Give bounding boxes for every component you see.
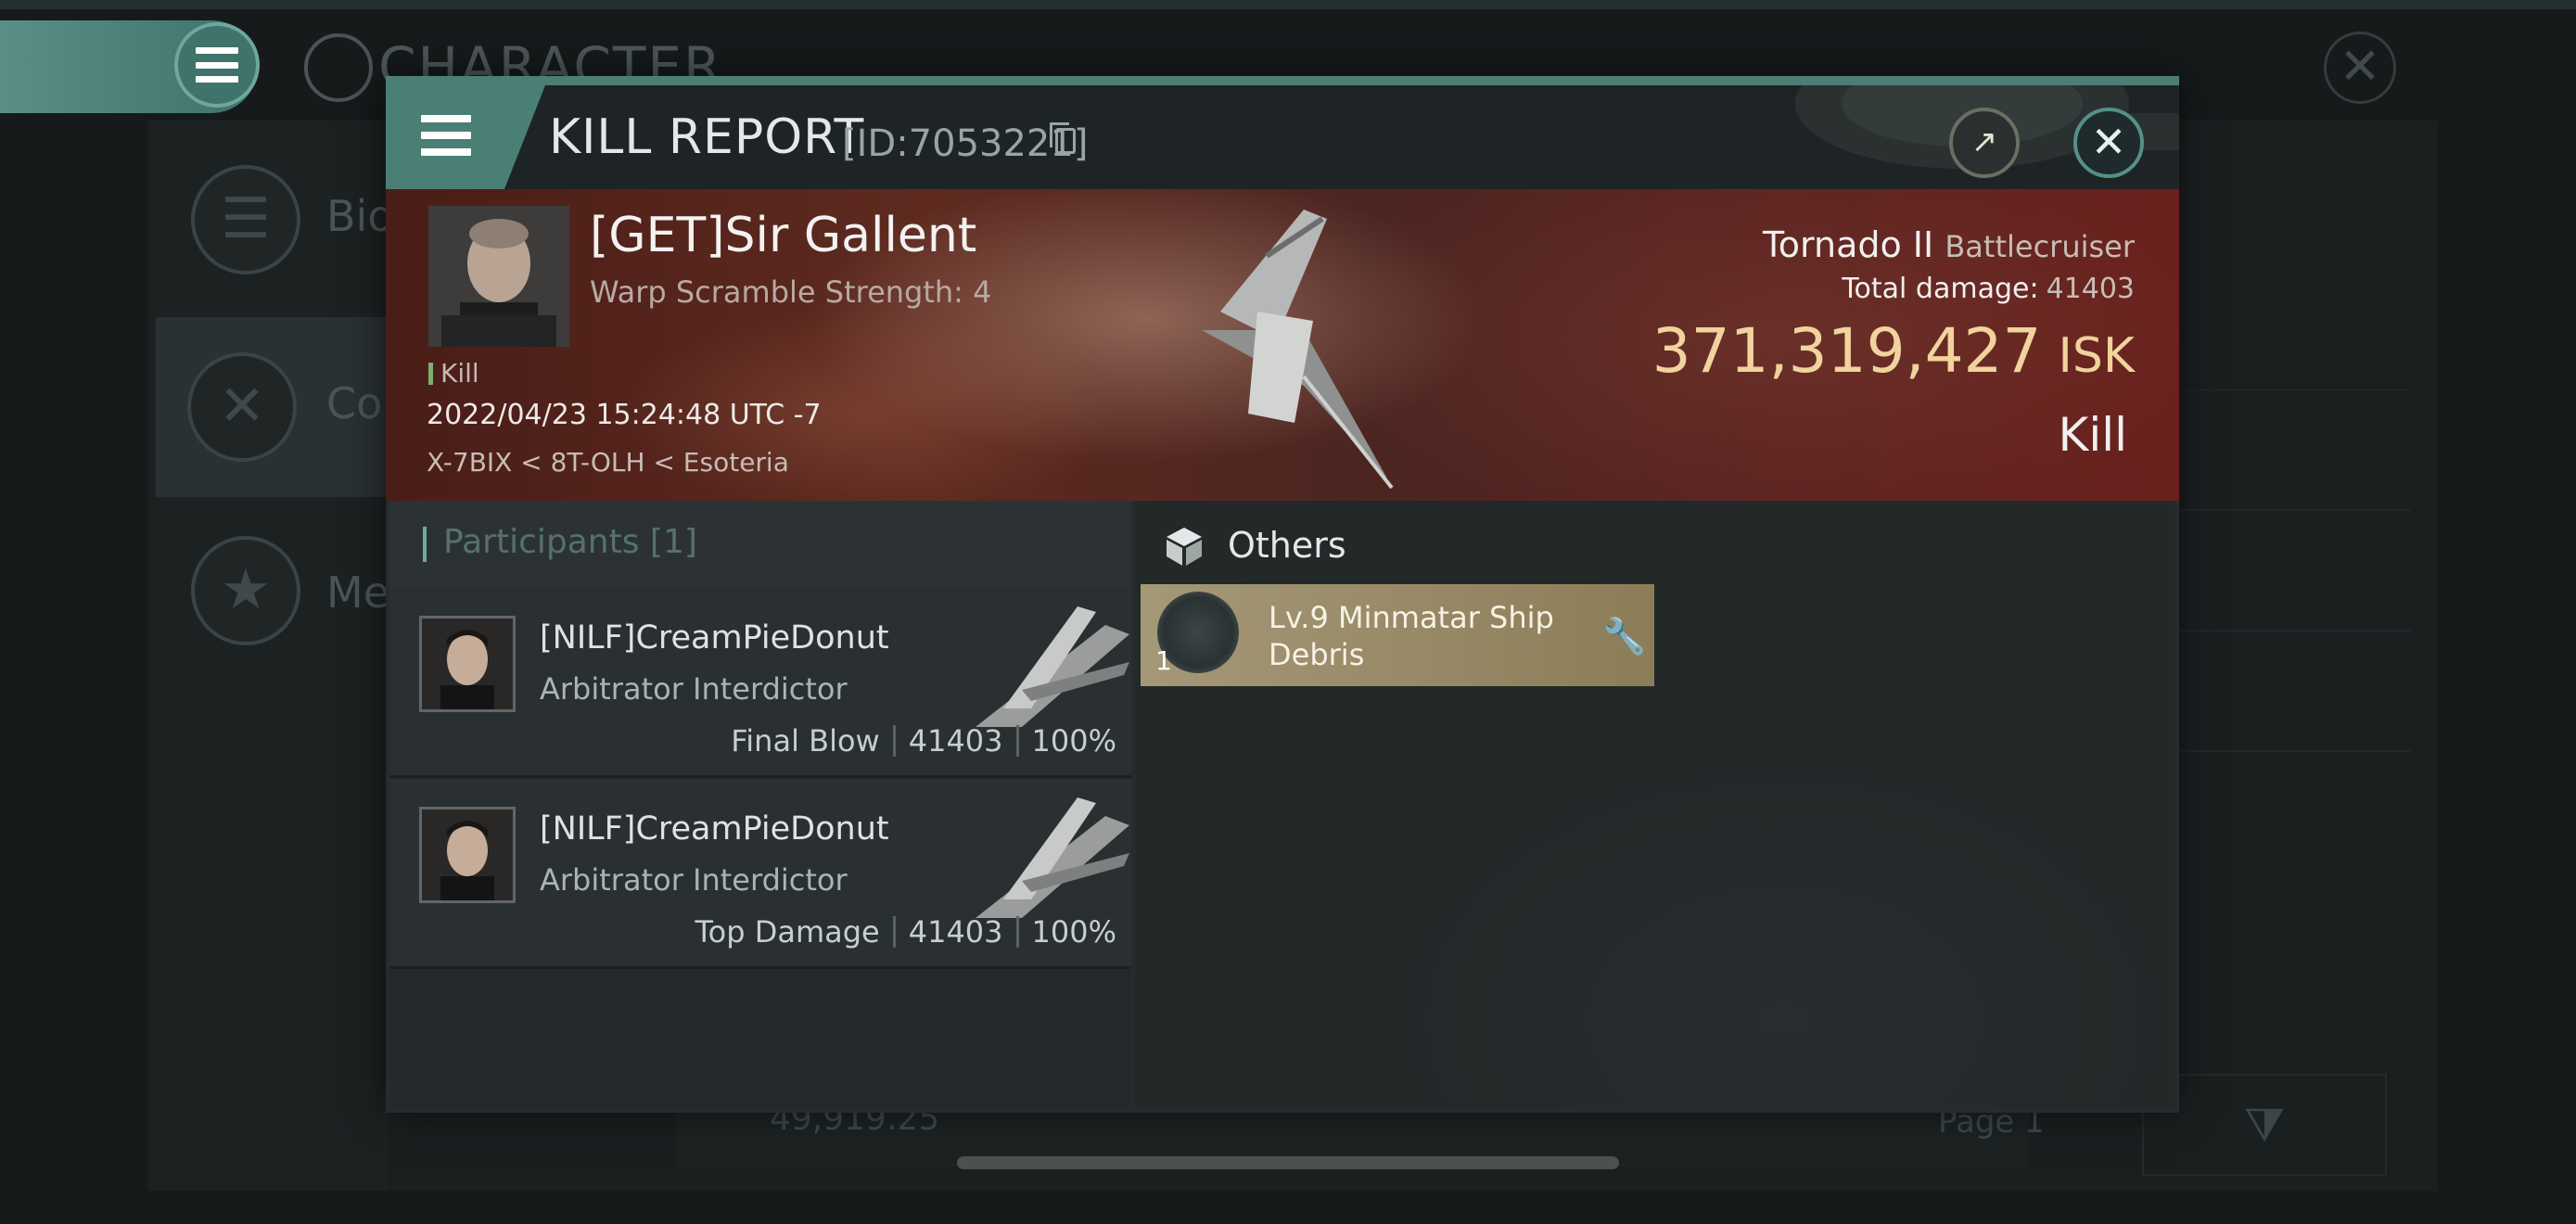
participants-header: Participants [1] (389, 501, 1131, 588)
participant-ship: Arbitrator Interdictor (540, 862, 848, 898)
background-close-icon[interactable]: ✕ (2324, 32, 2396, 104)
participant-row[interactable]: [NILF]CreamPieDonut Arbitrator Interdict… (389, 779, 1131, 969)
participant-row[interactable]: [NILF]CreamPieDonut Arbitrator Interdict… (389, 588, 1131, 778)
participant-stats: Top Damage 41403 100% (695, 914, 1116, 950)
others-header: Others (1135, 501, 2175, 588)
cube-icon (1167, 528, 1202, 566)
victim-avatar[interactable] (428, 206, 569, 347)
participant-name: [NILF]CreamPieDonut (540, 810, 889, 848)
isk-unit: ISK (2058, 328, 2135, 384)
sidebar-item-bio[interactable]: ☰ Bio (156, 130, 393, 310)
modal-header: KILL REPORT [ID:7053221] ↗ ✕ (386, 85, 2179, 189)
participant-damage: 41403 (908, 723, 1003, 759)
kill-tag: Kill (428, 358, 479, 389)
victim-ship-image (1202, 210, 1394, 490)
total-damage-label: Total damage: (1842, 273, 2039, 305)
result-label: Kill (2058, 408, 2127, 462)
participants-title: Participants [1] (443, 523, 697, 561)
participant-damage: 41403 (908, 914, 1003, 950)
debris-count: 1 (1155, 645, 1172, 676)
others-panel: Others 1 Lv.9 Minmatar Ship Debris 🔧 (1135, 501, 2175, 1109)
participants-panel: Participants [1] [NILF]CreamPieDonut Arb… (389, 501, 1131, 1109)
close-icon: ✕ (2090, 117, 2127, 167)
modal-accent-line (386, 76, 2179, 85)
star-medal-icon: ★ (191, 536, 300, 645)
sidebar-item-medals[interactable]: ★ Me (156, 501, 389, 681)
ship-class: Battlecruiser (1945, 229, 2135, 264)
kill-location: X-7BIX < 8T-OLH < Esoteria (427, 447, 789, 478)
participant-ship: Arbitrator Interdictor (540, 671, 848, 707)
divider (1015, 916, 1019, 948)
debris-item-card[interactable]: 1 Lv.9 Minmatar Ship Debris 🔧 (1141, 584, 1654, 686)
divider (1015, 725, 1019, 757)
sidebar-item-label: Co (326, 378, 383, 428)
participant-role: Final Blow (731, 723, 880, 759)
debris-name: Lv.9 Minmatar Ship Debris (1269, 600, 1554, 672)
participant-percent: 100% (1031, 914, 1116, 950)
divider (892, 916, 896, 948)
modal-title: KILL REPORT (549, 109, 865, 165)
hamburger-icon (421, 115, 471, 156)
divider (892, 725, 896, 757)
sidebar-item-label: Me (326, 567, 389, 618)
participant-role: Top Damage (695, 914, 880, 950)
wrench-icon: 🔧 (1602, 616, 1647, 657)
total-damage: Total damage: 41403 (1842, 273, 2135, 305)
participant-ship-image (976, 606, 1129, 727)
isk-value: 371,319,427 ISK (1652, 315, 2135, 387)
portrait-icon (428, 206, 569, 347)
total-damage-value: 41403 (2046, 273, 2135, 305)
participant-ship-image (976, 797, 1129, 918)
portrait-icon (422, 810, 513, 900)
sidebar-item-label: Bio (326, 191, 394, 241)
participant-avatar[interactable] (419, 616, 516, 712)
modal-menu-button[interactable] (386, 85, 545, 189)
hamburger-icon (196, 47, 238, 83)
warp-scramble-strength: Warp Scramble Strength: 4 (590, 274, 992, 310)
victim-name[interactable]: [GET]Sir Gallent (590, 208, 976, 263)
ship-name: Tornado II (1763, 224, 1934, 265)
list-icon: ☰ (191, 165, 300, 274)
character-icon (304, 33, 373, 102)
isk-amount: 371,319,427 (1651, 315, 2042, 387)
kill-datetime: 2022/04/23 15:24:48 UTC -7 (427, 399, 822, 431)
kill-report-modal: KILL REPORT [ID:7053221] ↗ ✕ [GET]Sir Ga… (386, 76, 2179, 1113)
copy-icon[interactable] (1050, 122, 1076, 154)
participant-name: [NILF]CreamPieDonut (540, 619, 889, 657)
close-button[interactable]: ✕ (2073, 108, 2144, 178)
participant-stats: Final Blow 41403 100% (731, 723, 1116, 759)
others-title: Others (1228, 525, 1346, 566)
portrait-icon (422, 618, 513, 709)
victim-ship: Tornado II Battlecruiser (1763, 224, 2135, 265)
participant-avatar[interactable] (419, 807, 516, 903)
top-status-line (0, 0, 2576, 9)
victim-banner: [GET]Sir Gallent Warp Scramble Strength:… (386, 189, 2179, 501)
crossed-swords-icon: ✕ (187, 352, 297, 462)
background-menu-button[interactable] (174, 22, 260, 108)
external-link-icon: ↗ (1970, 123, 1998, 160)
sidebar-item-combat[interactable]: ✕ Co (156, 317, 388, 497)
share-button[interactable]: ↗ (1949, 108, 2020, 178)
home-indicator[interactable] (957, 1156, 1619, 1169)
participant-percent: 100% (1031, 723, 1116, 759)
